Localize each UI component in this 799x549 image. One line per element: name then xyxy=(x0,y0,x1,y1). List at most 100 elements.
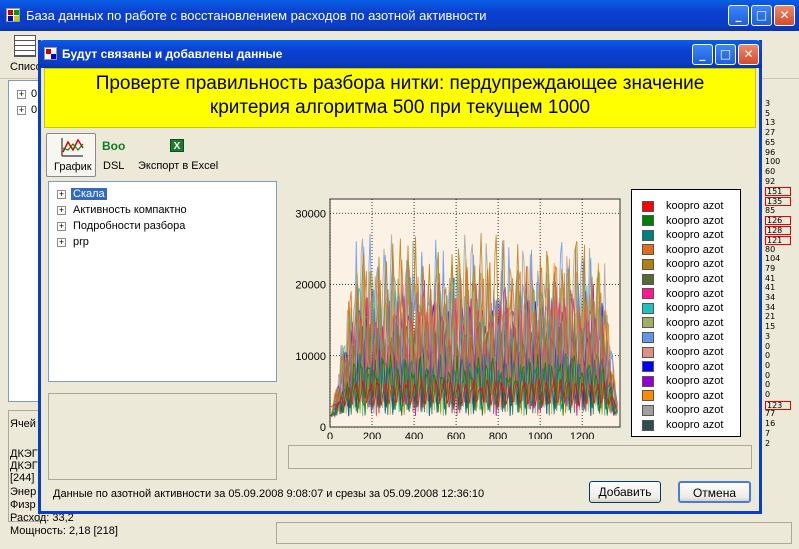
cancel-button[interactable]: Отмена xyxy=(678,481,751,503)
tree-item-skala[interactable]: + Скала xyxy=(57,186,107,202)
legend-label: koopro azot xyxy=(666,375,724,388)
right-number: 128 xyxy=(765,226,792,236)
legend-label: koopro azot xyxy=(666,214,724,227)
minimize-button[interactable]: _ xyxy=(728,5,749,26)
main-window-title: База данных по работе с восстановлением … xyxy=(26,8,487,23)
legend-swatch xyxy=(642,361,654,373)
legend-item: koopro azot xyxy=(642,288,723,302)
expand-icon[interactable]: + xyxy=(17,105,26,115)
right-number: 0 xyxy=(765,351,771,361)
legend-item: koopro azot xyxy=(642,346,723,360)
dsl-tool-label: DSL xyxy=(103,160,125,172)
legend-swatch xyxy=(642,302,654,314)
info-label: Энер xyxy=(10,486,37,498)
legend-item: koopro azot xyxy=(642,317,723,331)
warning-line-2: критерия алгоритма 500 при текущем 1000 xyxy=(209,97,591,118)
right-number: 16 xyxy=(765,419,776,429)
right-number: 0 xyxy=(765,341,771,351)
main-tree-item[interactable]: +0 xyxy=(17,86,37,102)
right-number: 80 xyxy=(765,244,776,254)
close-button[interactable]: ✕ xyxy=(774,5,795,26)
dialog-close-button[interactable]: ✕ xyxy=(738,44,759,65)
dialog-maximize-button[interactable]: □ xyxy=(715,44,736,65)
right-number: 92 xyxy=(765,176,776,186)
legend-item: koopro azot xyxy=(642,215,723,229)
right-number: 0 xyxy=(765,390,771,399)
main-tree-panel[interactable]: +0 +0 xyxy=(8,80,40,402)
right-number: 100 xyxy=(765,157,781,167)
legend-label: koopro azot xyxy=(666,404,724,417)
tree-item-prp[interactable]: + prp xyxy=(57,234,91,250)
data-status-text: Данные по азотной активности за 05.09.20… xyxy=(53,488,485,500)
legend-item: koopro azot xyxy=(642,390,723,404)
legend-label: koopro azot xyxy=(666,360,724,373)
expand-icon[interactable]: + xyxy=(57,205,66,215)
expand-icon[interactable]: + xyxy=(57,221,66,231)
right-number: 3 xyxy=(765,331,771,341)
info-label: Физр xyxy=(10,499,36,511)
legend-swatch xyxy=(642,229,654,241)
x-tick-label: 600 xyxy=(447,431,465,439)
main-tree-item[interactable]: +0 xyxy=(17,102,37,118)
legend-swatch xyxy=(642,288,654,300)
legend-label: koopro azot xyxy=(666,229,724,242)
legend-swatch xyxy=(642,419,654,431)
dialog-title-bar[interactable]: Будут связаны и добавлены данные _ □ ✕ xyxy=(38,40,762,68)
right-number: 96 xyxy=(765,147,776,157)
add-button[interactable]: Добавить xyxy=(589,481,661,503)
legend-label: koopro azot xyxy=(666,331,724,344)
legend-swatch xyxy=(642,404,654,416)
app-icon xyxy=(6,8,20,22)
legend-label: koopro azot xyxy=(666,200,724,212)
y-tick-label: 10000 xyxy=(295,351,326,363)
chart-icon xyxy=(61,138,84,157)
list-icon[interactable] xyxy=(14,35,36,57)
dialog-minimize-button[interactable]: _ xyxy=(692,44,713,65)
legend-label: koopro azot xyxy=(666,273,724,285)
right-number: 5 xyxy=(765,108,771,118)
legend-swatch xyxy=(642,331,654,343)
y-tick-label: 30000 xyxy=(295,208,326,220)
legend-swatch xyxy=(642,200,654,212)
tree-item-activity[interactable]: + Активность компактно xyxy=(57,202,189,218)
excel-tool-label: Экспорт в Excel xyxy=(138,160,219,172)
legend-swatch xyxy=(642,215,654,227)
main-title-bar[interactable]: База данных по работе с восстановлением … xyxy=(0,0,799,31)
legend-label: koopro azot xyxy=(666,346,724,358)
dialog-tree-panel[interactable]: + Скала + Активность компактно + Подробност… xyxy=(48,181,277,382)
legend-item: koopro azot xyxy=(642,302,723,316)
expand-icon[interactable]: + xyxy=(57,189,66,199)
excel-export-button[interactable]: X Экспорт в Excel xyxy=(136,135,222,175)
right-number: 15 xyxy=(765,322,776,332)
x-tick-label: 1200 xyxy=(570,431,594,439)
dsl-tool-button[interactable]: Boo DSL xyxy=(100,135,134,175)
legend-item: koopro azot xyxy=(642,200,723,214)
legend-swatch xyxy=(642,258,654,270)
legend-swatch xyxy=(642,390,654,402)
chart-tool-button[interactable]: График xyxy=(46,133,96,177)
warning-banner: Проверте правильность разбора нитки: пер… xyxy=(44,68,756,128)
legend-item: koopro azot xyxy=(642,244,723,258)
maximize-button[interactable]: □ xyxy=(751,5,772,26)
legend-item: koopro azot xyxy=(642,273,723,287)
right-number: 2 xyxy=(765,438,771,448)
x-tick-label: 800 xyxy=(489,431,507,439)
right-number: 41 xyxy=(765,273,776,283)
info-label: ДКЭГ xyxy=(10,460,38,472)
y-tick-label: 0 xyxy=(320,422,326,434)
boo-icon: Boo xyxy=(102,139,126,153)
dialog-details-panel xyxy=(48,393,277,480)
right-number: 3 xyxy=(765,99,771,108)
right-number: 151 xyxy=(765,187,792,197)
x-tick-label: 1000 xyxy=(528,431,552,439)
right-number: 123 xyxy=(765,400,792,410)
chart-legend: koopro azot koopro azot koopro azot koopro … xyxy=(631,189,741,437)
legend-swatch xyxy=(642,375,654,387)
right-number: 27 xyxy=(765,128,776,138)
tree-item-details[interactable]: + Подробности разбора xyxy=(57,218,187,234)
expand-icon[interactable]: + xyxy=(57,237,66,247)
main-status-field xyxy=(276,522,792,544)
legend-swatch xyxy=(642,317,654,329)
expand-icon[interactable]: + xyxy=(17,89,26,99)
excel-icon: X xyxy=(170,139,184,152)
